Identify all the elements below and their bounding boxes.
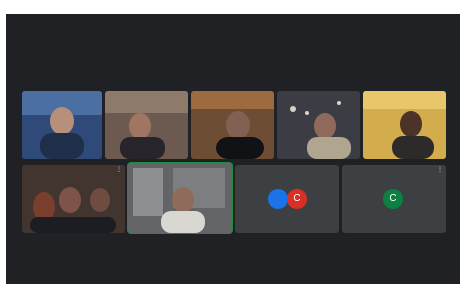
meeting-grid: ⋮ C C ⋮ [6,14,460,284]
participant-video [191,91,274,159]
participant-tile[interactable] [105,91,188,159]
participant-video [363,91,446,159]
participant-tile[interactable] [277,91,360,159]
participant-tile[interactable] [22,91,102,159]
participant-avatar: C [287,189,307,209]
more-options-icon[interactable]: ⋮ [116,167,122,173]
participant-tile[interactable]: C ⋮ [342,165,446,233]
participant-tile[interactable] [191,91,274,159]
participant-tile[interactable]: C [235,165,339,233]
more-options-icon[interactable]: ⋮ [437,167,443,173]
participant-video [128,163,232,233]
participant-video [22,91,102,159]
participant-avatar: C [383,189,403,209]
participant-video [277,91,360,159]
participant-video [22,165,125,233]
participant-video [105,91,188,159]
participant-tile-active-speaker[interactable] [127,162,233,234]
participant-tile[interactable]: ⋮ [22,165,125,233]
participant-avatar [268,189,288,209]
participant-tile[interactable] [363,91,446,159]
